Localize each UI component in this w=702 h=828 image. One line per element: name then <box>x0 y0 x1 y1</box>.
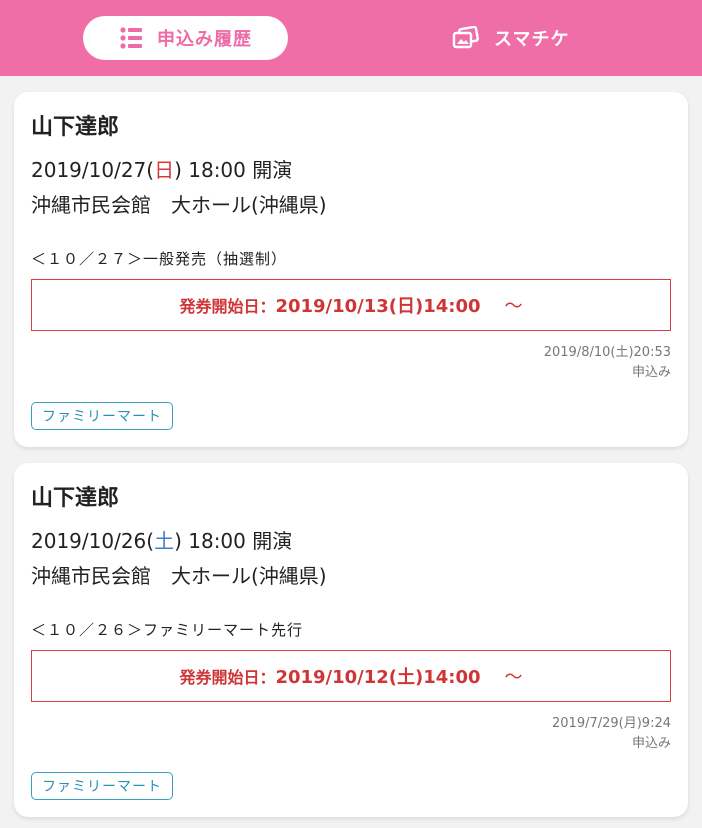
ticket-issue-label: 発券開始日： <box>179 668 276 687</box>
application-card[interactable]: 山下達郎 2019/10/26(土) 18:00 開演 沖縄市民会館 大ホール(… <box>14 463 688 817</box>
ticket-issue-tilde: ～ <box>504 667 523 688</box>
ticket-issue-date: 2019/10/13(日)14:00 <box>275 296 481 317</box>
sale-type: ＜１０／２７＞一般発売（抽選制） <box>31 250 288 268</box>
sale-type: ＜１０／２６＞ファミリーマート先行 <box>31 621 304 639</box>
day-of-week: 土 <box>154 529 175 553</box>
performance-date: 2019/10/27(日) 18:00 開演 <box>31 158 293 182</box>
ticket-issue-date: 2019/10/12(土)14:00 <box>275 667 481 688</box>
performance-date: 2019/10/26(土) 18:00 開演 <box>31 529 293 553</box>
application-card[interactable]: 山下達郎 2019/10/27(日) 18:00 開演 沖縄市民会館 大ホール(… <box>14 92 688 447</box>
ticket-issue-start: 発券開始日： 2019/10/13(日)14:00 ～ <box>31 279 671 331</box>
ticket-issue-tilde: ～ <box>504 296 523 317</box>
header-bar: 申込み履歴 スマチケ <box>0 0 702 76</box>
tab-label: 申込み履歴 <box>157 29 252 50</box>
applied-timestamp: 2019/7/29(月)9:24 申込み <box>552 716 671 751</box>
smart-ticket-icon <box>452 26 480 50</box>
day-of-week: 日 <box>154 158 175 182</box>
ticket-issue-label: 発券開始日： <box>179 297 276 316</box>
tab-label: スマチケ <box>494 29 570 50</box>
tab-application-history[interactable]: 申込み履歴 <box>83 16 288 60</box>
artist-name: 山下達郎 <box>31 486 120 511</box>
application-list: 山下達郎 2019/10/27(日) 18:00 開演 沖縄市民会館 大ホール(… <box>0 76 702 817</box>
ticket-issue-start: 発券開始日： 2019/10/12(土)14:00 ～ <box>31 650 671 702</box>
venue: 沖縄市民会館 大ホール(沖縄県) <box>31 193 327 217</box>
list-icon <box>119 26 143 50</box>
artist-name: 山下達郎 <box>31 115 120 140</box>
store-button-familymart[interactable]: ファミリーマート <box>31 402 173 430</box>
applied-timestamp: 2019/8/10(土)20:53 申込み <box>543 345 671 380</box>
store-button-familymart[interactable]: ファミリーマート <box>31 772 173 800</box>
tab-smart-ticket[interactable]: スマチケ <box>452 16 592 60</box>
venue: 沖縄市民会館 大ホール(沖縄県) <box>31 564 327 588</box>
